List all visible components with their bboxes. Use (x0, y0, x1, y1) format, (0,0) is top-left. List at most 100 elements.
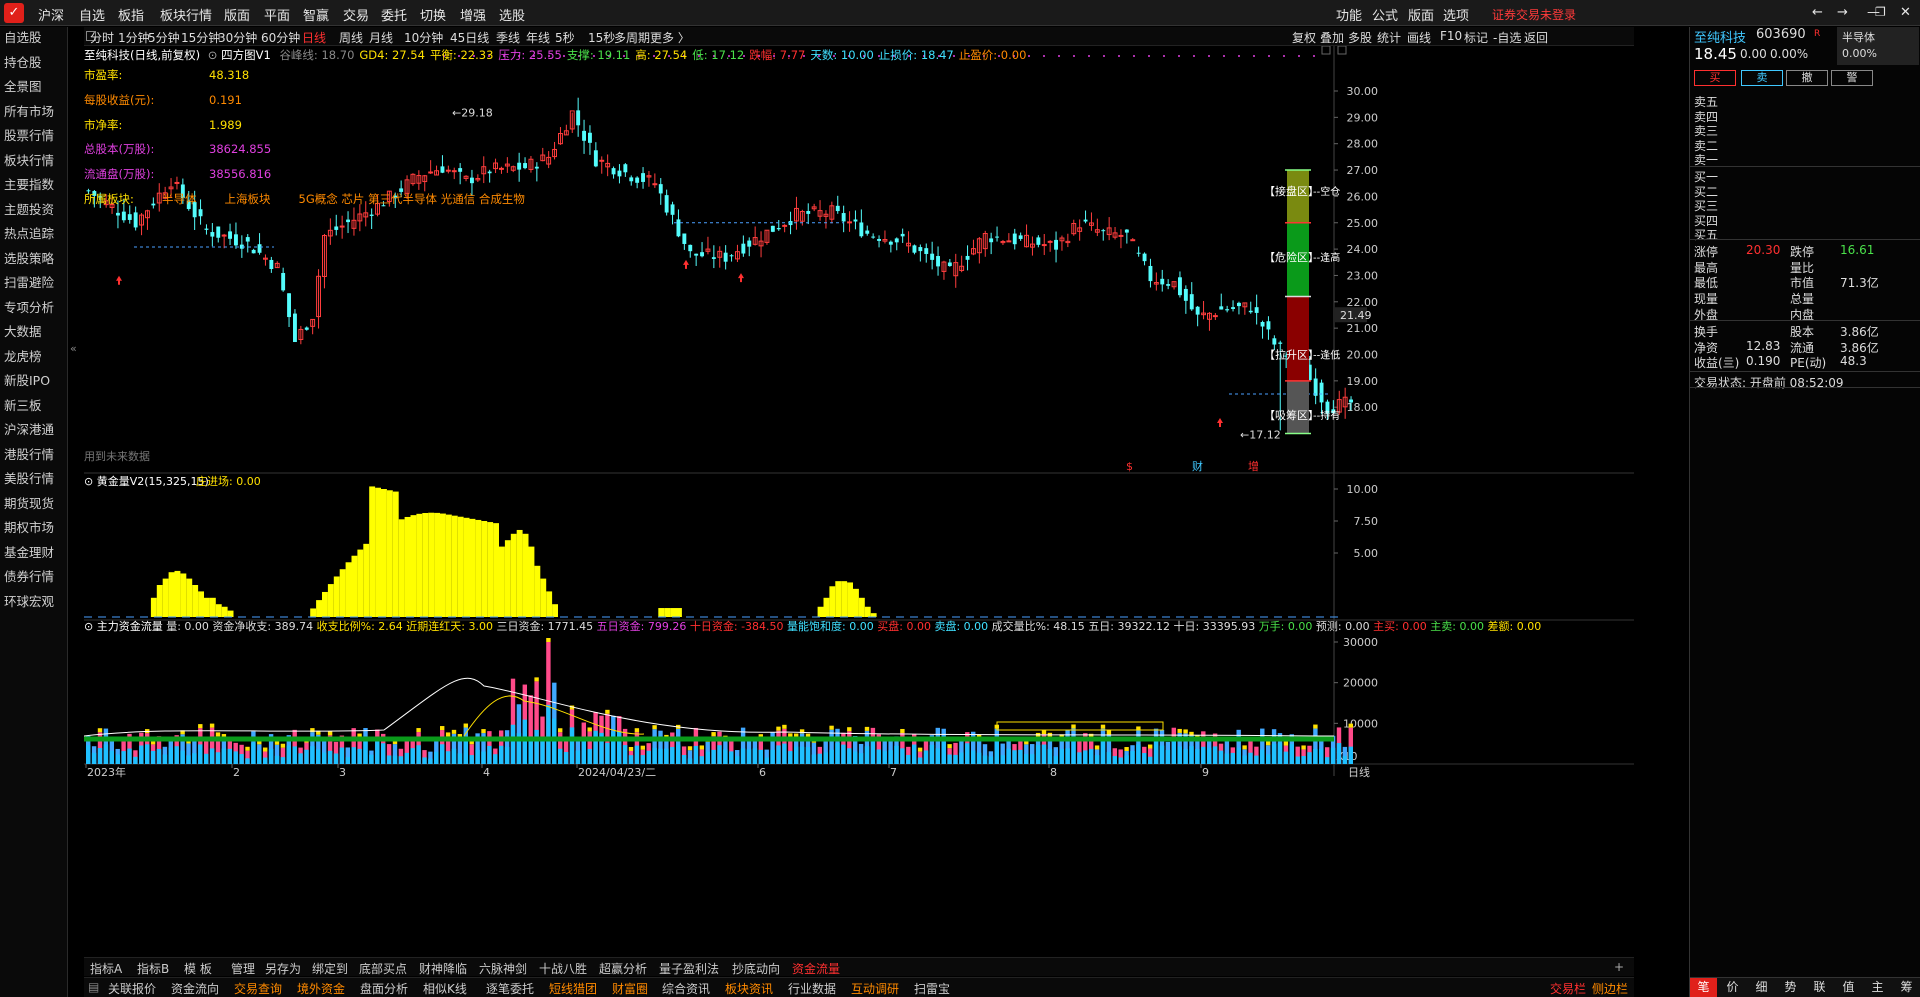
indicator-tab[interactable]: 十战八胜 (539, 960, 587, 977)
info-tab[interactable]: 板块资讯 (725, 980, 773, 997)
menu-item[interactable]: 版面 (224, 5, 250, 24)
timeframe-tab[interactable]: 分时 (90, 29, 114, 46)
quote-tab[interactable]: 联 (1806, 978, 1833, 997)
order-sell-button[interactable]: 卖 (1741, 70, 1783, 86)
sidebar-item[interactable]: 股票行情 (4, 125, 54, 144)
indicator-tab[interactable]: 管理 (231, 960, 255, 977)
sidebar-item[interactable]: 扫雷避险 (4, 272, 54, 291)
restore-icon[interactable]: ❐ (1875, 5, 1886, 19)
info-tab[interactable]: 扫雷宝 (914, 980, 950, 997)
timeframe-tab[interactable]: 更多 〉 (650, 29, 690, 46)
sidebar-item[interactable]: 持仓股 (4, 52, 42, 71)
sidebar-item[interactable]: 港股行情 (4, 444, 54, 463)
timeframe-tab[interactable]: 10分钟 (404, 29, 443, 46)
forward-icon[interactable]: → (1837, 5, 1848, 20)
indicator-toggle-icon[interactable]: ⊙ (208, 48, 218, 62)
back-icon[interactable]: ← (1812, 5, 1823, 20)
indicator-tab[interactable]: 财神降临 (419, 960, 467, 977)
sidebar-item[interactable]: 大数据 (4, 321, 42, 340)
menu-item[interactable]: 增强 (460, 5, 486, 24)
quote-tab[interactable]: 值 (1835, 978, 1862, 997)
menu-item[interactable]: 自选 (79, 5, 105, 24)
sidebar-item[interactable]: 主题投资 (4, 199, 54, 218)
chart-tool-button[interactable]: 叠加 (1320, 29, 1344, 46)
menu-right-item[interactable]: 版面 (1408, 5, 1434, 24)
indicator-tab[interactable]: 另存为 (265, 960, 301, 977)
trade-bar-toggle[interactable]: 交易栏 (1550, 980, 1586, 997)
sidebar-item[interactable]: 全景图 (4, 76, 42, 95)
zoom-in-icon[interactable]: + (1614, 960, 1624, 974)
chart-tool-button[interactable]: 统计 (1377, 29, 1401, 46)
quote-tab[interactable]: 笔 (1690, 978, 1717, 997)
sidebar-item[interactable]: 板块行情 (4, 150, 54, 169)
sidebar-item[interactable]: 债券行情 (4, 566, 54, 585)
timeframe-tab[interactable]: 月线 (369, 29, 393, 46)
sidebar-item[interactable]: 选股策略 (4, 248, 54, 267)
menu-item[interactable]: 平面 (264, 5, 290, 24)
order-buy-button[interactable]: 买 (1694, 70, 1736, 86)
chart-tool-button[interactable]: 返回 (1524, 29, 1548, 46)
indicator-tab[interactable]: 超赢分析 (599, 960, 647, 977)
menu-item[interactable]: 切换 (420, 5, 446, 24)
close-icon[interactable]: ✕ (1900, 5, 1911, 20)
sidebar-item[interactable]: 热点追踪 (4, 223, 54, 242)
quote-tab[interactable]: 价 (1719, 978, 1746, 997)
sidebar-toggle[interactable]: 侧边栏 (1592, 980, 1628, 997)
menu-item[interactable]: 智赢 (303, 5, 329, 24)
sidebar-item[interactable]: 美股行情 (4, 468, 54, 487)
indicator-tab[interactable]: 指标B (137, 960, 169, 977)
login-warning[interactable]: 证券交易未登录 (1492, 6, 1576, 23)
sidebar-item[interactable]: 新股IPO (4, 370, 50, 389)
sector-tag[interactable]: 5G概念 芯片 第三代半导体 光通信 合成生物 (299, 192, 525, 206)
timeframe-tab[interactable]: 60分钟 (261, 29, 300, 46)
sidebar-item[interactable]: 主要指数 (4, 174, 54, 193)
sidebar-item[interactable]: 期货现货 (4, 493, 54, 512)
sidebar-item[interactable]: 环球宏观 (4, 591, 54, 610)
sector-tag[interactable]: 半导体 (162, 192, 197, 206)
info-tab[interactable]: 财富圈 (612, 980, 648, 997)
menu-right-item[interactable]: 功能 (1336, 5, 1362, 24)
menu-item[interactable]: 沪深 (38, 5, 64, 24)
order-alert-button[interactable]: 警 (1831, 70, 1873, 86)
info-tab[interactable]: 关联报价 (108, 980, 156, 997)
menu-item[interactable]: 板块行情 (160, 5, 212, 24)
timeframe-tab[interactable]: 周线 (339, 29, 363, 46)
sidebar-item[interactable]: 新三板 (4, 395, 42, 414)
indicator-tab[interactable]: 资金流量 (792, 960, 840, 977)
quote-tab[interactable]: 主 (1864, 978, 1891, 997)
chart-tool-button[interactable]: 画线 (1407, 29, 1431, 46)
info-tab[interactable]: 综合资讯 (662, 980, 710, 997)
chart-tool-button[interactable]: -自选 (1493, 29, 1521, 46)
quote-tab[interactable]: 细 (1748, 978, 1775, 997)
info-tab[interactable]: 资金流向 (171, 980, 219, 997)
sidebar-item[interactable]: 沪深港通 (4, 419, 54, 438)
menu-right-item[interactable]: 选项 (1443, 5, 1469, 24)
timeframe-tab[interactable]: 30分钟 (218, 29, 257, 46)
info-tab[interactable]: 相似K线 (423, 980, 467, 997)
menu-right-item[interactable]: 公式 (1372, 5, 1398, 24)
timeframe-tab[interactable]: 1分钟 (118, 29, 150, 46)
app-logo[interactable]: ✓ (4, 3, 24, 23)
info-tab[interactable]: 逐笔委托 (486, 980, 534, 997)
info-tab[interactable]: 境外资金 (297, 980, 345, 997)
sidebar-item[interactable]: 自选股 (4, 27, 42, 46)
collapse-sidebar-icon[interactable]: « (70, 342, 77, 355)
timeframe-tab[interactable]: 15分钟 (181, 29, 220, 46)
sidebar-item[interactable]: 期权市场 (4, 517, 54, 536)
info-tab[interactable]: 交易查询 (234, 980, 282, 997)
timeframe-tab[interactable]: 季线 (496, 29, 520, 46)
sidebar-item[interactable]: 专项分析 (4, 297, 54, 316)
sidebar-item[interactable]: 基金理财 (4, 542, 54, 561)
timeframe-tab[interactable]: 15秒 (588, 29, 615, 46)
order-cancel-button[interactable]: 撤 (1786, 70, 1828, 86)
timeframe-tab[interactable]: 多周期 (614, 29, 650, 46)
sidebar-item[interactable]: 所有市场 (4, 101, 54, 120)
timeframe-tab[interactable]: 日线 (302, 29, 326, 46)
timeframe-tab[interactable]: 5分钟 (148, 29, 180, 46)
sector-tag[interactable]: 上海板块 (225, 192, 271, 206)
menu-item[interactable]: 交易 (343, 5, 369, 24)
chart-tool-button[interactable]: 多股 (1348, 29, 1372, 46)
chart-tool-button[interactable]: 复权 (1292, 29, 1316, 46)
info-tab[interactable]: 互动调研 (851, 980, 899, 997)
chart-tool-button[interactable]: F10 (1440, 29, 1462, 43)
